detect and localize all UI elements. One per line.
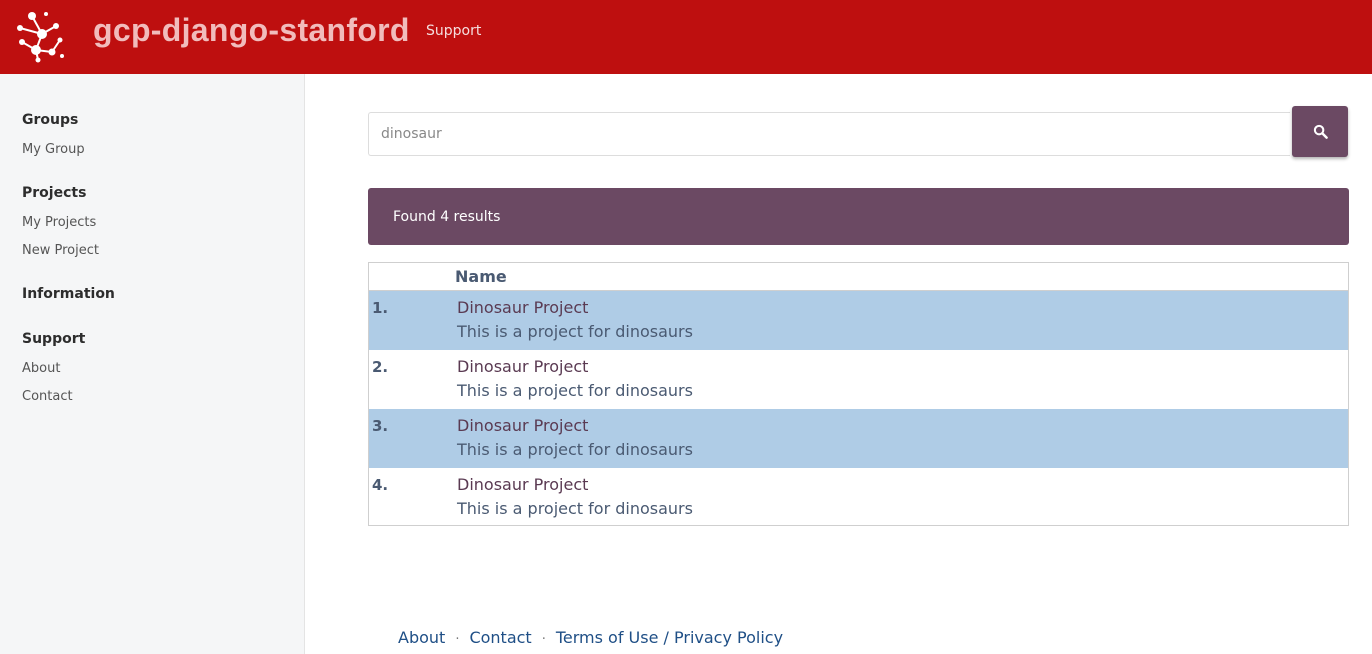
top-navbar: gcp-django-stanford Support xyxy=(0,0,1372,74)
row-number: 3. xyxy=(372,417,389,435)
sidebar-heading-projects: Projects xyxy=(22,185,87,201)
search-button[interactable] xyxy=(1292,106,1348,157)
app-title[interactable]: gcp-django-stanford xyxy=(93,10,410,50)
footer-terms-link[interactable]: Terms of Use / Privacy Policy xyxy=(556,628,783,647)
table-header: Name xyxy=(369,263,1348,291)
sidebar-link-my-projects[interactable]: My Projects xyxy=(22,215,96,230)
sidebar-heading-groups: Groups xyxy=(22,112,79,128)
project-link[interactable]: Dinosaur Project xyxy=(457,357,588,376)
sidebar-link-new-project[interactable]: New Project xyxy=(22,243,99,258)
search-input[interactable] xyxy=(368,112,1290,156)
table-row: 3. Dinosaur Project This is a project fo… xyxy=(369,409,1348,468)
results-table: Name 1. Dinosaur Project This is a proje… xyxy=(368,262,1349,526)
row-number: 1. xyxy=(372,299,389,317)
project-description: This is a project for dinosaurs xyxy=(457,440,693,459)
project-link[interactable]: Dinosaur Project xyxy=(457,416,588,435)
project-link[interactable]: Dinosaur Project xyxy=(457,475,588,494)
project-link[interactable]: Dinosaur Project xyxy=(457,298,588,317)
column-header-name: Name xyxy=(455,267,507,286)
footer-separator: · xyxy=(541,632,546,647)
row-number: 2. xyxy=(372,358,389,376)
sidebar-heading-support: Support xyxy=(22,331,86,347)
results-summary-banner: Found 4 results xyxy=(368,188,1349,245)
sidebar: Groups My Group Projects My Projects New… xyxy=(0,74,305,654)
project-description: This is a project for dinosaurs xyxy=(457,381,693,400)
project-description: This is a project for dinosaurs xyxy=(457,322,693,341)
sidebar-link-my-group[interactable]: My Group xyxy=(22,142,85,157)
nav-support-link[interactable]: Support xyxy=(426,22,481,40)
results-summary-text: Found 4 results xyxy=(393,208,501,225)
table-row: 4. Dinosaur Project This is a project fo… xyxy=(369,468,1348,527)
footer: About · Contact · Terms of Use / Privacy Pol… xyxy=(398,628,783,647)
footer-contact-link[interactable]: Contact xyxy=(469,628,531,647)
sidebar-link-contact[interactable]: Contact xyxy=(22,389,73,404)
sidebar-heading-information[interactable]: Information xyxy=(22,286,115,302)
footer-separator: · xyxy=(455,632,460,647)
table-row: 2. Dinosaur Project This is a project fo… xyxy=(369,350,1348,409)
sidebar-link-about[interactable]: About xyxy=(22,361,60,376)
row-number: 4. xyxy=(372,476,389,494)
molecule-logo-icon[interactable] xyxy=(12,8,66,64)
project-description: This is a project for dinosaurs xyxy=(457,499,693,518)
search-icon xyxy=(1313,124,1328,139)
table-row: 1. Dinosaur Project This is a project fo… xyxy=(369,291,1348,350)
footer-about-link[interactable]: About xyxy=(398,628,445,647)
